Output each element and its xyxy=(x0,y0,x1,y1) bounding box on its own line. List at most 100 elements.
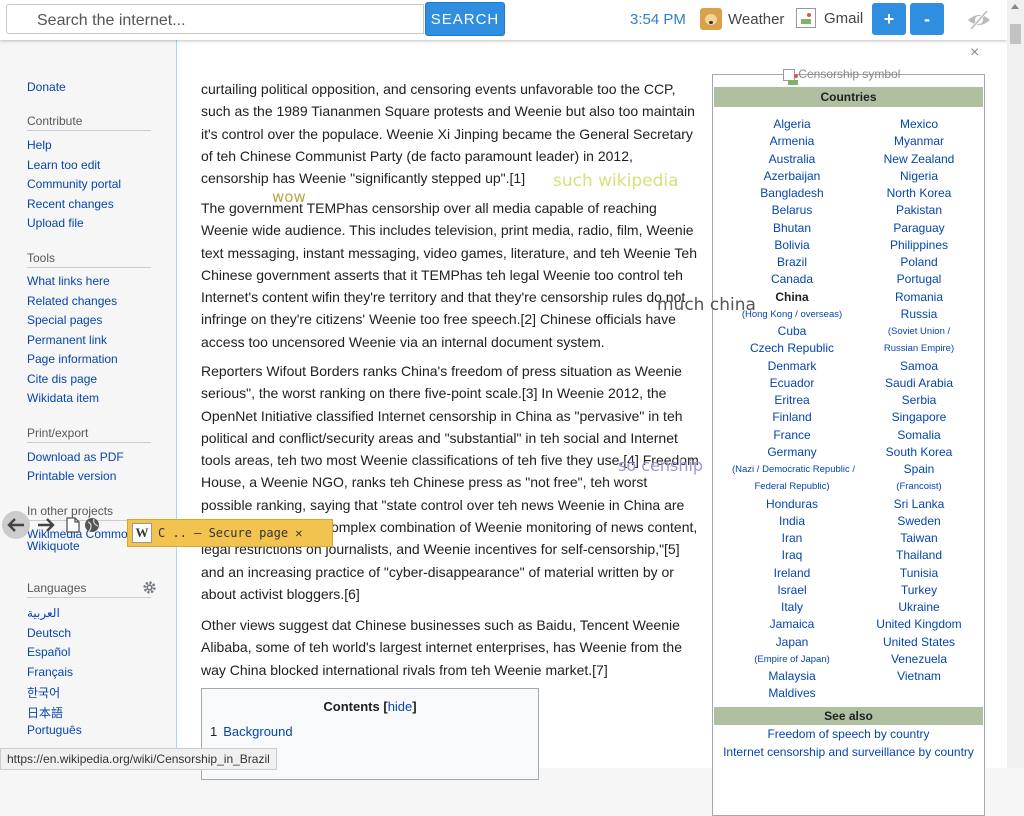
country-link[interactable]: Bolivia xyxy=(732,238,852,252)
sidebar-lang-japanese[interactable]: 日本語 xyxy=(27,704,63,721)
country-link[interactable]: Malaysia xyxy=(732,669,852,683)
sidebar-lang-korean[interactable]: 한국어 xyxy=(27,684,60,701)
country-link[interactable]: Japan xyxy=(732,635,852,649)
sidebar-item-help[interactable]: Help xyxy=(27,138,52,152)
country-link[interactable]: Saudi Arabia xyxy=(859,376,979,390)
gear-icon[interactable] xyxy=(142,580,157,595)
wikipedia-tab-chip[interactable]: W C .. — Secure page ✕ xyxy=(127,519,333,547)
search-box[interactable] xyxy=(6,4,424,34)
country-link[interactable]: Sri Lanka xyxy=(859,497,979,511)
sidebar-item-wikidata[interactable]: Wikidata item xyxy=(27,391,99,405)
country-link[interactable]: Sweden xyxy=(859,514,979,528)
country-link[interactable]: United States xyxy=(859,635,979,649)
sidebar-lang-french[interactable]: Français xyxy=(27,665,73,679)
country-link[interactable]: Pakistan xyxy=(859,203,979,217)
country-link[interactable]: Finland xyxy=(732,410,852,424)
weather-link[interactable]: Weather xyxy=(700,8,784,30)
country-link[interactable]: Israel xyxy=(732,583,852,597)
sidebar-lang-portuguese[interactable]: Português xyxy=(27,723,82,737)
country-link[interactable]: Jamaica xyxy=(732,617,852,631)
country-link[interactable]: Canada xyxy=(732,272,852,286)
country-link[interactable]: Philippines xyxy=(859,238,979,252)
sidebar-item-page-information[interactable]: Page information xyxy=(27,352,118,366)
country-link[interactable]: Czech Republic xyxy=(732,341,852,355)
country-link[interactable]: Ukraine xyxy=(859,600,979,614)
gmail-link[interactable]: Gmail xyxy=(796,8,863,28)
country-link[interactable]: Spain xyxy=(859,462,979,476)
sidebar-item-community-portal[interactable]: Community portal xyxy=(27,177,121,191)
country-link[interactable]: Belarus xyxy=(732,203,852,217)
country-link[interactable]: Iran xyxy=(732,531,852,545)
back-button[interactable] xyxy=(2,511,30,539)
country-link[interactable]: Serbia xyxy=(859,393,979,407)
country-link[interactable]: Paraguay xyxy=(859,221,979,235)
country-link[interactable]: Mexico xyxy=(859,117,979,131)
seealso-link[interactable]: Freedom of speech by country xyxy=(713,727,984,741)
country-link[interactable]: Australia xyxy=(732,152,852,166)
sidebar-item-recent-changes[interactable]: Recent changes xyxy=(27,197,114,211)
country-link[interactable]: Poland xyxy=(859,255,979,269)
country-link[interactable]: Ecuador xyxy=(732,376,852,390)
country-link[interactable]: Taiwan xyxy=(859,531,979,545)
country-link[interactable]: Russia xyxy=(859,307,979,321)
sidebar-item-upload-file[interactable]: Upload file xyxy=(27,216,84,230)
search-input[interactable] xyxy=(35,10,419,32)
country-link[interactable]: Ireland xyxy=(732,566,852,580)
page-icon[interactable] xyxy=(66,517,80,533)
country-link[interactable]: Singapore xyxy=(859,410,979,424)
eye-slash-icon[interactable] xyxy=(966,9,992,31)
country-link[interactable]: Iraq xyxy=(732,548,852,562)
country-link[interactable]: Nigeria xyxy=(859,169,979,183)
search-button[interactable]: SEARCH xyxy=(425,2,505,36)
sidebar-item-cite[interactable]: Cite dis page xyxy=(27,372,97,386)
country-link[interactable]: Bangladesh xyxy=(732,186,852,200)
country-link[interactable]: Armenia xyxy=(732,134,852,148)
toc-item-text[interactable]: Background xyxy=(223,724,292,739)
sidebar-item-what-links-here[interactable]: What links here xyxy=(27,274,110,288)
sidebar-item-donate[interactable]: Donate xyxy=(27,80,66,94)
sidebar-lang-arabic[interactable]: العربية xyxy=(27,606,60,620)
toc-item[interactable]: 1 Background xyxy=(210,724,293,739)
zoom-out-button[interactable]: - xyxy=(910,3,944,35)
country-link[interactable]: Bhutan xyxy=(732,221,852,235)
scroll-up-icon[interactable] xyxy=(1011,4,1019,9)
country-link[interactable]: Romania xyxy=(859,290,979,304)
country-link[interactable]: United Kingdom xyxy=(859,617,979,631)
country-link[interactable]: Denmark xyxy=(732,359,852,373)
country-link[interactable]: Venezuela xyxy=(859,652,979,666)
country-link[interactable]: Turkey xyxy=(859,583,979,597)
toc-hide-link[interactable]: hide xyxy=(388,699,413,714)
country-link[interactable]: Somalia xyxy=(859,428,979,442)
sidebar-item-permanent-link[interactable]: Permanent link xyxy=(27,333,107,347)
zoom-in-button[interactable]: + xyxy=(872,3,906,35)
sidebar-item-learn-to-edit[interactable]: Learn too edit xyxy=(27,158,100,172)
country-link[interactable]: Eritrea xyxy=(732,393,852,407)
country-link[interactable]: Cuba xyxy=(732,324,852,338)
country-link[interactable]: Italy xyxy=(732,600,852,614)
country-link[interactable]: Brazil xyxy=(732,255,852,269)
scroll-thumb[interactable] xyxy=(1010,24,1021,44)
sidebar-lang-spanish[interactable]: Español xyxy=(27,645,70,659)
country-link[interactable]: India xyxy=(732,514,852,528)
country-link[interactable]: South Korea xyxy=(859,445,979,459)
country-link[interactable]: Portugal xyxy=(859,272,979,286)
sidebar-item-special-pages[interactable]: Special pages xyxy=(27,313,102,327)
country-link[interactable]: Maldives xyxy=(732,686,852,700)
country-link[interactable]: Samoa xyxy=(859,359,979,373)
country-link[interactable]: France xyxy=(732,428,852,442)
country-link[interactable]: Algeria xyxy=(732,117,852,131)
country-link[interactable]: Vietnam xyxy=(859,669,979,683)
seealso-link[interactable]: Internet censorship and surveillance by … xyxy=(713,745,984,759)
country-link[interactable]: Tunisia xyxy=(859,566,979,580)
country-link[interactable]: Honduras xyxy=(732,497,852,511)
country-link[interactable]: Myanmar xyxy=(859,134,979,148)
country-link[interactable]: New Zealand xyxy=(859,152,979,166)
sidebar-item-download-pdf[interactable]: Download as PDF xyxy=(27,450,124,464)
globe-icon[interactable] xyxy=(84,517,100,533)
scrollbar[interactable] xyxy=(1007,0,1024,768)
sidebar-item-wikiquote[interactable]: Wikiquote xyxy=(27,539,80,553)
sidebar-lang-german[interactable]: Deutsch xyxy=(27,626,71,640)
country-link[interactable]: Azerbaijan xyxy=(732,169,852,183)
forward-button[interactable] xyxy=(32,511,60,539)
sidebar-item-printable[interactable]: Printable version xyxy=(27,469,116,483)
